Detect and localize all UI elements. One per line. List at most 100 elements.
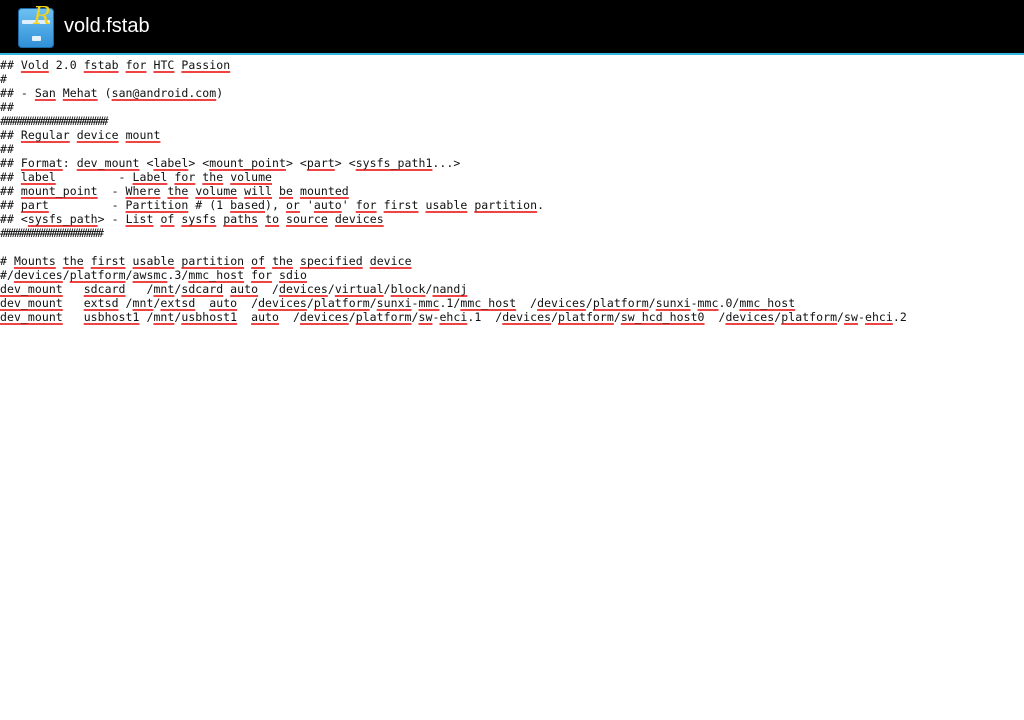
spellcheck-flagged-word: san@android.com	[111, 86, 217, 100]
text-segment: '	[299, 198, 314, 212]
spellcheck-flagged-word: Vold	[20, 58, 49, 72]
text-segment	[377, 198, 384, 212]
text-segment: #	[0, 72, 7, 86]
spellcheck-flagged-word: part	[20, 198, 49, 212]
spellcheck-flagged-word: Where	[125, 184, 161, 198]
text-segment: #/	[0, 268, 14, 282]
text-line[interactable]: ## - San Mehat (san@android.com)	[0, 86, 1024, 100]
text-segment	[293, 184, 300, 198]
text-segment: # (1	[188, 198, 231, 212]
spellcheck-flagged-word: auto	[251, 310, 279, 324]
text-segment	[363, 254, 370, 268]
text-line[interactable]: ## Format: dev_mount <label> <mount_poin…	[0, 156, 1024, 170]
spellcheck-flagged-word: based	[230, 198, 266, 212]
text-segment: /	[369, 296, 377, 310]
spellcheck-flagged-word: List	[125, 212, 154, 226]
text-segment: > <	[188, 156, 210, 170]
spellcheck-flagged-word: sunxi	[376, 296, 412, 310]
text-segment	[119, 128, 126, 142]
text-line[interactable]	[0, 240, 1024, 254]
text-segment: /	[125, 268, 133, 282]
text-editor[interactable]: ## Vold 2.0 fstab for HTC Passion # ## - S…	[0, 58, 1024, 720]
spellcheck-flagged-word: or	[285, 198, 300, 212]
text-segment	[126, 254, 133, 268]
spellcheck-flagged-word: mount_point	[20, 184, 98, 198]
spellcheck-flagged-word: platform	[558, 310, 614, 324]
text-segment: /	[237, 296, 259, 310]
text-line[interactable]: ## mount_point - Where the volume will b…	[0, 184, 1024, 198]
spellcheck-flagged-word: paths	[223, 212, 259, 226]
text-line[interactable]: #	[0, 72, 1024, 86]
text-line[interactable]: ######################	[0, 226, 1024, 240]
spellcheck-flagged-word: sysfs_path	[27, 212, 98, 226]
spellcheck-flagged-word: sdcard	[181, 282, 224, 296]
spellcheck-flagged-word: auto	[209, 296, 238, 310]
text-segment	[56, 254, 63, 268]
spellcheck-flagged-word: devices	[13, 268, 63, 282]
text-line[interactable]: ## Regular device mount	[0, 128, 1024, 142]
text-segment: ##	[0, 184, 21, 198]
spellcheck-flagged-word: partition	[181, 254, 245, 268]
text-segment	[70, 128, 77, 142]
spellcheck-flagged-word: HTC	[153, 58, 175, 72]
text-line[interactable]: # Mounts the first usable partition of t…	[0, 254, 1024, 268]
text-segment: (	[97, 86, 112, 100]
text-segment: /	[306, 296, 314, 310]
text-segment: -	[55, 170, 133, 184]
text-segment: ##	[0, 142, 14, 156]
text-segment: -	[97, 184, 126, 198]
text-line[interactable]: dev_mount extsd /mnt/extsd auto /devices…	[0, 296, 1024, 310]
spellcheck-flagged-word: dev_mount	[0, 296, 63, 310]
text-segment: /	[411, 310, 419, 324]
spellcheck-flagged-word: partition	[474, 198, 538, 212]
spellcheck-flagged-word: auto	[313, 198, 342, 212]
text-segment	[265, 254, 272, 268]
spellcheck-flagged-word: mmc_host	[460, 296, 517, 310]
text-line[interactable]: #######################	[0, 114, 1024, 128]
spellcheck-flagged-word: Regular	[20, 128, 70, 142]
text-line[interactable]: ## <sysfs_path> - List of sysfs paths to…	[0, 212, 1024, 226]
text-segment	[237, 310, 251, 324]
text-segment	[328, 212, 335, 226]
file-cabinet-icon[interactable]: R	[16, 4, 58, 50]
text-line[interactable]: dev_mount sdcard /mnt/sdcard auto /devic…	[0, 282, 1024, 296]
text-segment: /	[348, 310, 356, 324]
text-segment: .1/	[439, 296, 461, 310]
spellcheck-flagged-word: devices	[725, 310, 775, 324]
spellcheck-flagged-word: extsd	[160, 296, 196, 310]
spellcheck-flagged-word: Mounts	[13, 254, 56, 268]
text-segment	[56, 86, 63, 100]
text-line[interactable]: ##	[0, 142, 1024, 156]
text-segment	[272, 268, 279, 282]
spellcheck-flagged-word: usable	[425, 198, 468, 212]
spellcheck-flagged-word: platform	[592, 296, 649, 310]
text-line[interactable]: ## Vold 2.0 fstab for HTC Passion	[0, 58, 1024, 72]
text-segment	[195, 296, 209, 310]
text-segment: /	[551, 310, 559, 324]
spellcheck-flagged-word: usbhost1	[181, 310, 238, 324]
spellcheck-flagged-word: devices	[279, 282, 328, 296]
spellcheck-flagged-word: platform	[781, 310, 838, 324]
comment-separator: ######################	[0, 226, 104, 240]
spellcheck-flagged-word: auto	[230, 282, 259, 296]
spellcheck-flagged-word: usable	[132, 254, 175, 268]
text-line[interactable]: ## part - Partition # (1 based), or 'aut…	[0, 198, 1024, 212]
text-line[interactable]: dev_mount usbhost1 /mnt/usbhost1 auto /d…	[0, 310, 1024, 324]
spellcheck-flagged-word: of	[160, 212, 175, 226]
text-line[interactable]: #/devices/platform/awsmc.3/mmc_host for …	[0, 268, 1024, 282]
spellcheck-flagged-word: the	[167, 184, 189, 198]
cabinet-handle	[32, 35, 41, 41]
spellcheck-flagged-word: mnt	[132, 296, 154, 310]
spellcheck-flagged-word: block	[390, 282, 426, 296]
spellcheck-flagged-word: of	[251, 254, 266, 268]
text-segment	[63, 296, 84, 310]
spellcheck-flagged-word: specified	[299, 254, 363, 268]
text-segment	[63, 282, 84, 296]
text-line[interactable]: ##	[0, 100, 1024, 114]
spellcheck-flagged-word: sysfs_path1	[355, 156, 433, 170]
text-segment: ##	[0, 156, 21, 170]
spellcheck-flagged-word: Mehat	[62, 86, 98, 100]
text-line[interactable]: ## label - Label for the volume	[0, 170, 1024, 184]
text-segment: ## -	[0, 86, 35, 100]
file-title: vold.fstab	[64, 15, 150, 37]
